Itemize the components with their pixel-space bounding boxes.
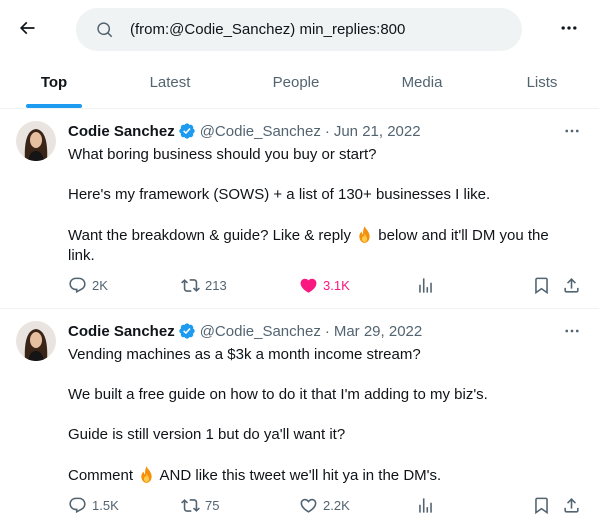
search-icon [96,21,114,39]
bookmark-icon [535,497,548,514]
tweet-date[interactable]: Jun 21, 2022 [334,123,421,140]
views-button[interactable] [416,495,435,515]
like-button[interactable]: 3.1K [299,275,350,295]
heart-filled-icon [300,278,317,293]
active-tab-indicator [26,104,82,108]
tweet-paragraph: Comment AND like this tweet we'll hit ya… [68,465,573,486]
tab-latest[interactable]: Latest [130,57,210,108]
search-input[interactable]: (from:@Codie_Sanchez) min_replies:800 [76,8,522,51]
text-segment: AND like this tweet we'll hit ya in the … [156,467,442,484]
reply-button[interactable]: 1.5K [68,495,119,515]
reply-icon [69,277,86,293]
share-button[interactable] [562,495,581,515]
bookmark-button[interactable] [532,275,551,295]
verified-badge-icon [178,122,196,140]
retweet-count: 75 [205,497,220,513]
tweet-header: Codie Sanchez @Codie_Sanchez · Mar 29, 2… [68,321,422,341]
tweet-paragraph: What boring business should you buy or s… [68,146,377,163]
search-tabs: Top Latest People Media Lists [0,57,599,109]
tweet-paragraph: Guide is still version 1 but do ya'll wa… [68,426,346,443]
tweet-actions: 2K 213 3.1K [68,275,588,295]
like-button[interactable]: 2.2K [299,495,350,515]
tab-label: Latest [149,74,191,91]
share-icon [564,497,579,513]
tab-label: People [272,74,320,91]
reply-count: 2K [92,277,108,293]
tweet-paragraph: We built a free guide on how to do it th… [68,386,488,403]
tweet-more-button[interactable] [560,321,584,341]
views-icon [419,497,432,513]
views-icon [419,277,432,293]
fire-emoji-icon [137,465,156,484]
like-count: 3.1K [323,277,350,293]
tab-top[interactable]: Top [18,57,90,108]
reply-icon [69,497,86,513]
tab-label: Top [40,74,68,91]
search-query: (from:@Codie_Sanchez) min_replies:800 [130,21,406,38]
separator-dot: · [324,322,330,340]
tweet-header: Codie Sanchez @Codie_Sanchez · Jun 21, 2… [68,121,421,141]
tab-label: Media [401,74,443,91]
avatar[interactable] [16,121,56,161]
verified-badge-icon [178,322,196,340]
more-dots-icon [565,329,579,333]
more-dots-icon [561,26,577,30]
fire-emoji-icon [355,225,374,244]
top-bar: (from:@Codie_Sanchez) min_replies:800 [0,0,599,57]
back-button[interactable] [12,13,42,43]
tweet[interactable]: Codie Sanchez @Codie_Sanchez · Mar 29, 2… [0,309,599,525]
tweet-date[interactable]: Mar 29, 2022 [334,323,422,340]
share-icon [564,277,579,293]
retweet-count: 213 [205,277,227,293]
retweet-icon [181,278,200,292]
tweet-paragraph: Here's my framework (SOWS) + a list of 1… [68,186,491,203]
text-segment: Want the breakdown & guide? Like & reply [68,227,356,244]
tab-people[interactable]: People [256,57,336,108]
retweet-icon [181,498,200,512]
tweet-paragraph: Want the breakdown & guide? Like & reply… [68,225,573,266]
tweet-paragraph: Vending machines as a $3k a month income… [68,346,421,363]
tab-lists[interactable]: Lists [506,57,578,108]
like-count: 2.2K [323,497,350,513]
tab-media[interactable]: Media [382,57,462,108]
tweet-text: What boring business should you buy or s… [68,145,573,266]
more-dots-icon [565,129,579,133]
views-button[interactable] [416,275,435,295]
avatar[interactable] [16,321,56,361]
share-button[interactable] [562,275,581,295]
tweet[interactable]: Codie Sanchez @Codie_Sanchez · Jun 21, 2… [0,109,599,309]
tweet-text: Vending machines as a $3k a month income… [68,345,573,486]
reply-button[interactable]: 2K [68,275,108,295]
bookmark-button[interactable] [532,495,551,515]
more-options-button[interactable] [556,17,582,39]
tweet-actions: 1.5K 75 2.2K [68,495,588,515]
retweet-button[interactable]: 213 [181,275,227,295]
reply-count: 1.5K [92,497,119,513]
retweet-button[interactable]: 75 [181,495,219,515]
heart-outline-icon [300,498,317,513]
bookmark-icon [535,277,548,294]
author-handle[interactable]: @Codie_Sanchez [200,323,321,340]
text-segment: Comment [68,467,138,484]
tweet-more-button[interactable] [560,121,584,141]
author-handle[interactable]: @Codie_Sanchez [200,123,321,140]
author-name[interactable]: Codie Sanchez [68,323,175,340]
author-name[interactable]: Codie Sanchez [68,123,175,140]
tab-label: Lists [526,74,558,91]
back-arrow-icon [19,21,35,35]
separator-dot: · [324,122,330,140]
